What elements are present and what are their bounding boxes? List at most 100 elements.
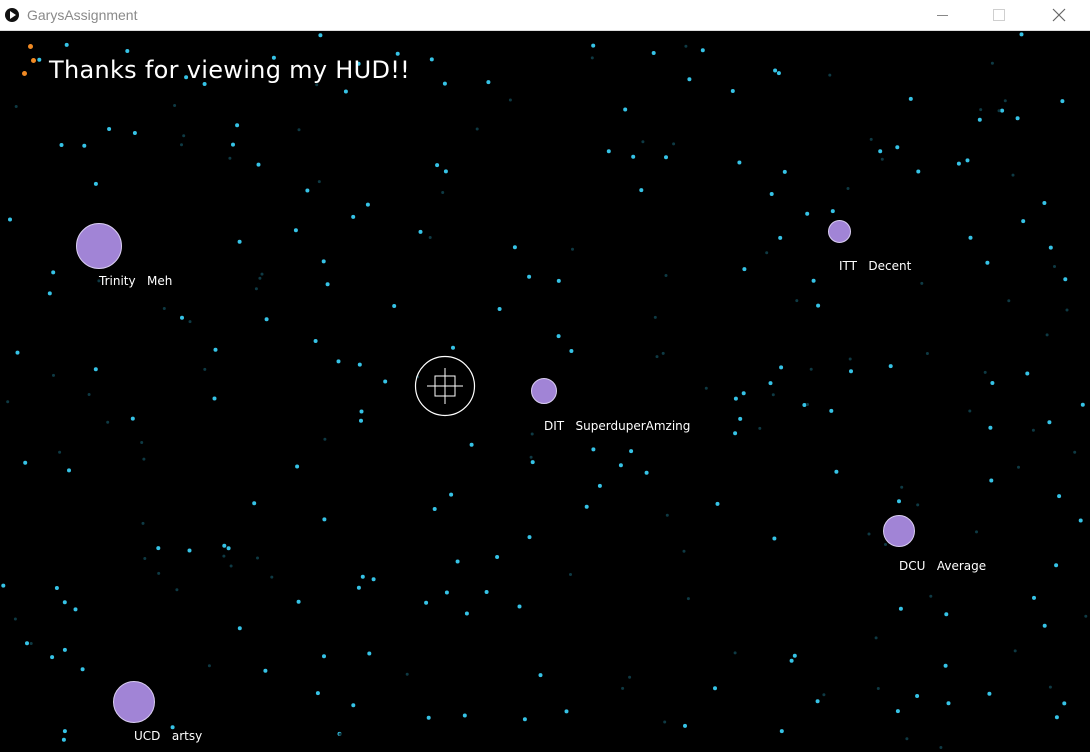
star (1054, 563, 1059, 568)
star (351, 214, 356, 219)
star (336, 359, 341, 364)
star (212, 396, 217, 401)
star (462, 713, 467, 718)
star (771, 393, 775, 397)
star (815, 699, 820, 704)
star (424, 600, 429, 605)
star (1084, 614, 1088, 618)
star (672, 142, 676, 146)
star (321, 259, 326, 264)
star (538, 673, 543, 678)
star (834, 469, 839, 474)
star (73, 607, 78, 612)
star (997, 109, 1001, 113)
planet-label-dit: DIT SuperduperAmzing (544, 419, 691, 433)
star (51, 270, 56, 275)
star (965, 158, 970, 163)
star (1007, 299, 1011, 303)
star (1062, 701, 1067, 706)
star (795, 299, 799, 303)
star (664, 155, 668, 160)
star (1063, 277, 1068, 282)
star (809, 367, 813, 371)
star (979, 108, 983, 112)
star (778, 235, 783, 240)
star (769, 192, 774, 196)
star (8, 217, 12, 222)
window-title-bar: GarysAssignment (0, 0, 1090, 31)
star (829, 408, 834, 413)
star (449, 492, 454, 497)
planet-label-itt: ITT Decent (839, 259, 912, 273)
hud-message: Thanks for viewing my HUD!! (49, 56, 411, 84)
star (6, 400, 10, 404)
planet-trinity[interactable] (76, 223, 122, 269)
star (59, 143, 64, 147)
orange-particle (28, 44, 33, 49)
star (653, 315, 657, 319)
star (916, 503, 920, 507)
star (338, 732, 342, 736)
star (61, 737, 66, 742)
close-icon (1052, 8, 1066, 22)
crosshair-reticle-icon[interactable] (414, 355, 476, 417)
star (895, 145, 900, 150)
star (686, 597, 690, 601)
star (254, 287, 258, 291)
star (356, 585, 361, 590)
star (944, 612, 949, 617)
star (365, 202, 370, 207)
star (956, 161, 961, 166)
star (130, 416, 135, 421)
planet-itt[interactable] (828, 220, 851, 243)
star (512, 245, 517, 250)
star (738, 416, 743, 421)
star (315, 691, 320, 696)
star (23, 460, 28, 465)
star (569, 349, 574, 353)
star (228, 156, 232, 160)
star (305, 188, 310, 193)
star (182, 134, 186, 138)
star (1011, 173, 1015, 177)
star (50, 655, 55, 660)
star (597, 483, 602, 488)
planet-dit[interactable] (531, 378, 557, 404)
star (80, 667, 85, 672)
star (556, 278, 561, 283)
minimize-button[interactable] (920, 0, 964, 30)
star (383, 379, 388, 384)
star (237, 239, 242, 244)
star (106, 420, 110, 424)
star (556, 334, 561, 339)
star (867, 532, 871, 536)
star (1078, 518, 1083, 523)
star (848, 357, 852, 361)
star (442, 81, 447, 86)
star (758, 426, 762, 430)
star (822, 693, 826, 697)
close-button[interactable] (1037, 0, 1081, 30)
star (464, 611, 469, 616)
hud-canvas[interactable]: Thanks for viewing my HUD!! Trinity Meh … (0, 31, 1090, 752)
star (869, 137, 873, 141)
star (180, 143, 183, 147)
star (93, 181, 98, 186)
star (990, 61, 994, 65)
star (1032, 595, 1036, 600)
star (811, 278, 816, 283)
star (162, 307, 166, 310)
star (900, 485, 904, 489)
planet-ucd[interactable] (113, 681, 155, 723)
star (252, 501, 257, 506)
star (235, 123, 240, 128)
star (444, 590, 449, 595)
star (405, 672, 409, 676)
star (663, 720, 667, 724)
star (644, 470, 649, 475)
star (25, 641, 29, 646)
star (713, 686, 717, 691)
maximize-button[interactable] (977, 0, 1021, 30)
star (229, 564, 233, 568)
planet-dcu[interactable] (883, 515, 915, 547)
